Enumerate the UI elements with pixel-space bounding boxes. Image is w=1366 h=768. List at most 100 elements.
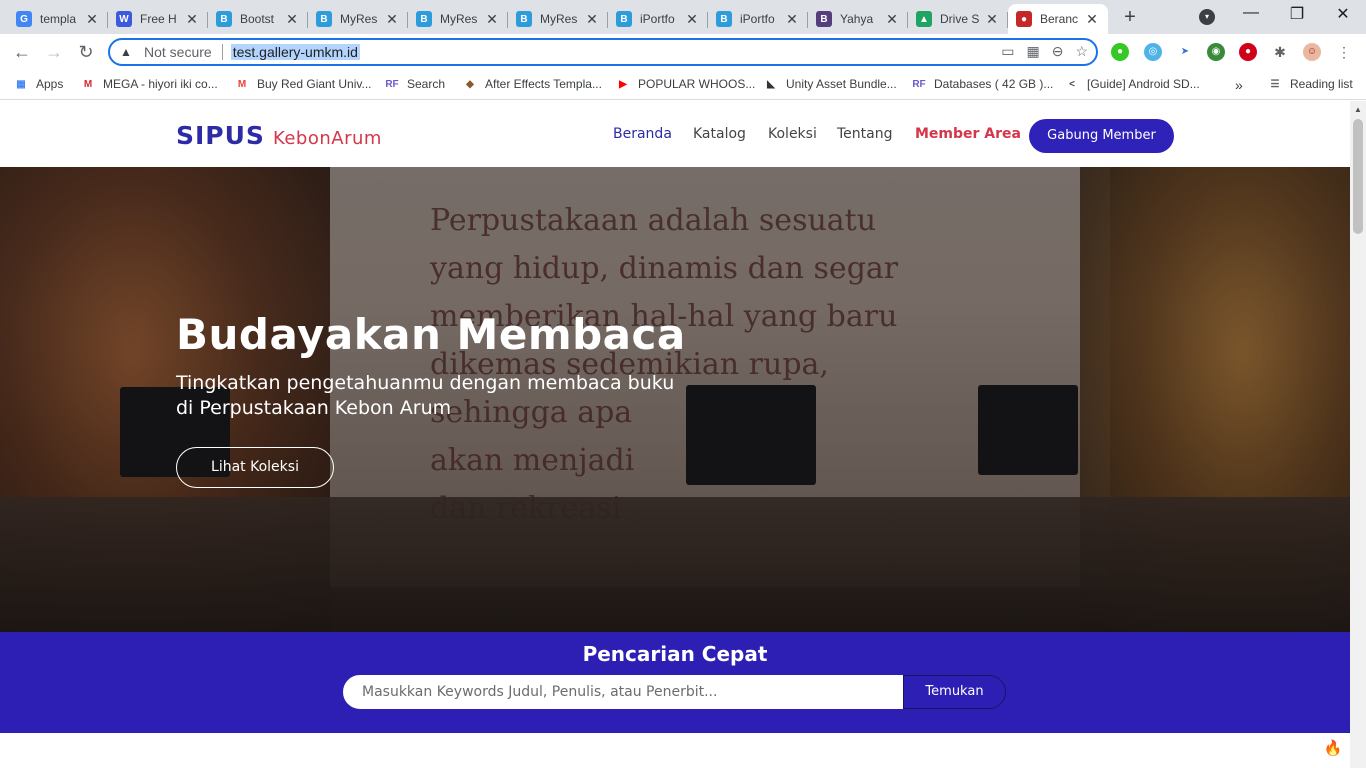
- hero-subtitle: Tingkatkan pengetahuanmu dengan membaca …: [176, 371, 736, 421]
- bootstrap-icon: B: [816, 11, 832, 27]
- bookmark-item[interactable]: ▦ Apps: [14, 77, 63, 91]
- qr-code-icon[interactable]: ▦: [1026, 43, 1039, 60]
- bookmarks-bar: ▦ Apps M MEGA - hiyori iki co... M Buy Red Gi…: [0, 70, 1366, 100]
- scrollbar-thumb[interactable]: [1353, 119, 1363, 234]
- b-swoosh-icon: B: [616, 11, 632, 27]
- close-tab-icon[interactable]: ✕: [784, 11, 800, 28]
- browser-tab[interactable]: Gtempla ✕: [8, 4, 108, 34]
- close-tab-icon[interactable]: ✕: [684, 11, 700, 28]
- bookmark-item[interactable]: M Buy Red Giant Univ...: [235, 77, 372, 91]
- nav-katalog[interactable]: Katalog: [693, 126, 746, 142]
- url-text[interactable]: test.gallery-umkm.id: [230, 44, 360, 60]
- nav-koleksi[interactable]: Koleksi: [768, 126, 817, 142]
- bookmark-item[interactable]: M MEGA - hiyori iki co...: [81, 77, 218, 91]
- unity-icon: ◣: [767, 78, 775, 90]
- browser-tab[interactable]: B Bootst ✕: [208, 4, 308, 34]
- scroll-up-icon[interactable]: ▲: [1354, 105, 1362, 114]
- close-tab-icon[interactable]: ✕: [484, 11, 500, 28]
- browser-tab[interactable]: B Yahya ✕: [808, 4, 908, 34]
- join-member-button[interactable]: Gabung Member: [1029, 119, 1174, 153]
- bookmark-item[interactable]: RF Databases ( 42 GB )...: [912, 77, 1053, 91]
- find-button[interactable]: Temukan: [903, 675, 1006, 709]
- bookmark-star-icon[interactable]: ☆: [1075, 43, 1088, 60]
- close-tab-icon[interactable]: ✕: [884, 11, 900, 28]
- browser-tab[interactable]: W Free H ✕: [108, 4, 208, 34]
- new-tab-button[interactable]: +: [1118, 6, 1142, 30]
- bookmark-label: POPULAR WHOOS...: [638, 77, 756, 91]
- gmail-icon: M: [237, 78, 247, 90]
- extensions-puzzle-icon[interactable]: ✱: [1271, 43, 1289, 61]
- tab-title: iPortfo: [740, 12, 775, 26]
- close-window-button[interactable]: ✕: [1320, 4, 1366, 24]
- view-collection-button[interactable]: Lihat Koleksi: [176, 447, 334, 488]
- tab-search-icon[interactable]: ▾: [1199, 9, 1215, 25]
- browser-tab[interactable]: ● Beranc ✕: [1008, 4, 1108, 34]
- b-swoosh-icon: B: [316, 11, 332, 27]
- close-tab-icon[interactable]: ✕: [984, 11, 1000, 28]
- browser-tab[interactable]: BiPortfo ✕: [708, 4, 808, 34]
- b-swoosh-icon: B: [716, 11, 732, 27]
- tab-title: MyRes: [540, 12, 578, 26]
- page-scrollbar[interactable]: ▲: [1350, 101, 1366, 768]
- cast-icon[interactable]: ▭: [1001, 43, 1014, 60]
- google-icon: G: [16, 11, 32, 27]
- bookmark-label: [Guide] Android SD...: [1087, 77, 1200, 91]
- tab-title: templa: [40, 12, 77, 26]
- reading-list-button[interactable]: ☰ Reading list: [1268, 77, 1353, 91]
- nav-member-area[interactable]: Member Area: [915, 126, 1021, 142]
- rf-icon: RF: [385, 78, 399, 90]
- browser-tab[interactable]: BiPortfo ✕: [608, 4, 708, 34]
- rf-icon: RF: [912, 78, 926, 90]
- reload-button[interactable]: ↻: [74, 40, 98, 64]
- browser-tab[interactable]: ▲ Drive S ✕: [908, 4, 1008, 34]
- back-button[interactable]: ←: [10, 40, 34, 64]
- close-tab-icon[interactable]: ✕: [84, 11, 100, 28]
- extension-globe-icon[interactable]: ◉: [1207, 43, 1225, 61]
- bookmarks-overflow-button[interactable]: »: [1235, 77, 1243, 93]
- close-tab-icon[interactable]: ✕: [284, 11, 300, 28]
- minimize-button[interactable]: —: [1228, 4, 1274, 22]
- flame-icon[interactable]: 🔥: [1322, 738, 1344, 760]
- hero-subtitle-line: Tingkatkan pengetahuanmu dengan membaca …: [176, 372, 675, 394]
- extension-green-icon[interactable]: ●: [1111, 43, 1129, 61]
- maximize-button[interactable]: ❐: [1274, 4, 1320, 24]
- hero-subtitle-line: di Perpustakaan Kebon Arum: [176, 397, 452, 419]
- b-swoosh-icon: B: [416, 11, 432, 27]
- nav-beranda[interactable]: Beranda: [613, 126, 672, 142]
- site-logo[interactable]: SIPUS KebonArum: [176, 121, 382, 150]
- forward-button[interactable]: →: [42, 40, 66, 64]
- close-tab-icon[interactable]: ✕: [384, 11, 400, 28]
- quick-search-title: Pencarian Cepat: [582, 642, 768, 666]
- bookmark-item[interactable]: RF Search: [385, 77, 445, 91]
- xda-icon: <: [1069, 78, 1075, 90]
- browser-tab[interactable]: B MyRes ✕: [508, 4, 608, 34]
- tab-title: Free H: [140, 12, 177, 26]
- drive-icon: ▲: [916, 11, 932, 27]
- bookmark-label: After Effects Templa...: [485, 77, 602, 91]
- profile-avatar[interactable]: ☺: [1303, 43, 1321, 61]
- close-tab-icon[interactable]: ✕: [1084, 11, 1100, 28]
- b-swoosh-icon: B: [516, 11, 532, 27]
- bookmark-label: Unity Asset Bundle...: [786, 77, 897, 91]
- tab-title: MyRes: [440, 12, 478, 26]
- browser-tab[interactable]: B MyRes ✕: [308, 4, 408, 34]
- bookmark-item[interactable]: < [Guide] Android SD...: [1065, 77, 1200, 91]
- divider: [221, 44, 223, 60]
- reading-list-icon: ☰: [1270, 78, 1280, 90]
- address-bar[interactable]: ▲ Not secure test.gallery-umkm.id ▭ ▦ ⊖ …: [108, 38, 1098, 66]
- bookmark-item[interactable]: ◣ Unity Asset Bundle...: [764, 77, 897, 91]
- zoom-icon[interactable]: ⊖: [1052, 43, 1064, 60]
- close-tab-icon[interactable]: ✕: [584, 11, 600, 28]
- w-icon: W: [116, 11, 132, 27]
- extension-record-icon[interactable]: ●: [1239, 43, 1257, 61]
- quick-search-input[interactable]: Masukkan Keywords Judul, Penulis, atau P…: [343, 675, 904, 709]
- extension-search-icon[interactable]: ◎: [1144, 43, 1162, 61]
- browser-tab[interactable]: B MyRes ✕: [408, 4, 508, 34]
- bookmark-item[interactable]: ▶ POPULAR WHOOS...: [616, 77, 755, 91]
- nav-tentang[interactable]: Tentang: [837, 126, 893, 142]
- extension-arrow-icon[interactable]: ➤: [1176, 43, 1194, 61]
- menu-kebab-icon[interactable]: ⋮: [1335, 43, 1353, 61]
- bookmark-item[interactable]: ◆ After Effects Templa...: [463, 77, 602, 91]
- close-tab-icon[interactable]: ✕: [184, 11, 200, 28]
- tab-title: Beranc: [1040, 12, 1079, 26]
